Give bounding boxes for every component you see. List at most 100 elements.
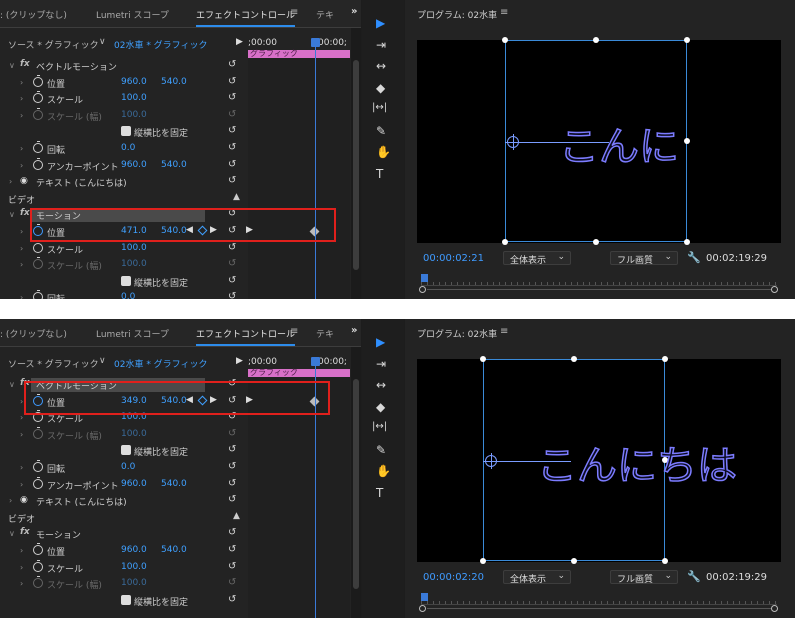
parameter-value-y[interactable]: 540.0 <box>161 479 187 489</box>
zoom-handle-left[interactable] <box>419 286 426 293</box>
play-only-button[interactable]: ▶ <box>236 37 243 47</box>
reset-parameter-icon[interactable]: ↺ <box>228 561 236 572</box>
reset-parameter-icon[interactable]: ↺ <box>228 275 236 286</box>
tab-clip[interactable]: : (クリップなし) <box>0 8 67 21</box>
collapse-section-icon[interactable]: ▲ <box>233 192 240 202</box>
tab-effect-controls[interactable]: エフェクトコントロール <box>196 8 296 27</box>
stopwatch-icon[interactable] <box>33 140 43 153</box>
stopwatch-icon[interactable] <box>33 476 43 489</box>
zoom-scroll-track[interactable] <box>427 289 771 290</box>
time-ruler[interactable] <box>421 276 777 286</box>
slip-tool-icon[interactable]: |↔| <box>372 421 387 432</box>
graphic-clip-bar[interactable]: グラフィック <box>248 368 350 377</box>
disclosure-triangle-icon[interactable]: › <box>20 244 23 253</box>
mini-timeline[interactable] <box>248 58 350 299</box>
disclosure-triangle-icon[interactable]: › <box>20 546 23 555</box>
playhead-timecode[interactable]: 00:00:02:21 <box>423 253 484 264</box>
parameter-value-y[interactable]: 540.0 <box>161 160 187 170</box>
transform-handle[interactable] <box>662 558 668 564</box>
reset-parameter-icon[interactable]: ↺ <box>228 175 236 186</box>
playback-resolution-select[interactable]: フル画質 ⌄ <box>610 570 678 585</box>
parameter-value-y[interactable]: 540.0 <box>161 77 187 87</box>
parameter-value-x[interactable]: 0.0 <box>121 292 135 299</box>
fx-icon[interactable]: fx <box>20 527 30 537</box>
pen-tool-icon[interactable]: ✎ <box>376 443 386 457</box>
zoom-handle-right[interactable] <box>771 605 778 612</box>
disclosure-triangle-icon[interactable]: › <box>20 430 23 439</box>
hand-tool-icon[interactable]: ✋ <box>376 145 391 159</box>
disclosure-triangle-icon[interactable]: › <box>20 78 23 87</box>
uniform-scale-checkbox[interactable] <box>121 275 131 286</box>
disclosure-triangle-icon[interactable]: ∨ <box>9 210 15 219</box>
playhead-handle[interactable] <box>311 38 320 47</box>
transform-handle[interactable] <box>593 37 599 43</box>
disclosure-triangle-icon[interactable]: › <box>20 161 23 170</box>
stopwatch-icon[interactable] <box>33 74 43 87</box>
transform-handle[interactable] <box>593 239 599 245</box>
tab-text[interactable]: テキ <box>316 8 334 21</box>
collapse-section-icon[interactable]: ▲ <box>233 511 240 521</box>
disclosure-triangle-icon[interactable]: › <box>9 177 12 186</box>
stopwatch-icon[interactable] <box>33 91 43 104</box>
panel-menu-icon[interactable]: ≡ <box>290 7 298 18</box>
stopwatch-icon[interactable] <box>33 459 43 472</box>
transform-handle[interactable] <box>502 239 508 245</box>
text-layer-name[interactable]: テキスト (こんにちは) <box>36 176 127 189</box>
disclosure-triangle-icon[interactable]: › <box>20 397 23 406</box>
reset-parameter-icon[interactable]: ↺ <box>228 461 236 472</box>
program-menu-icon[interactable]: ≡ <box>500 7 508 18</box>
reset-parameter-icon[interactable]: ↺ <box>228 142 236 153</box>
reset-parameter-icon[interactable]: ↺ <box>228 594 236 605</box>
vertical-scrollbar-thumb[interactable] <box>353 379 359 589</box>
parameter-value-x[interactable]: 960.0 <box>121 545 147 555</box>
transform-handle[interactable] <box>502 37 508 43</box>
hand-tool-icon[interactable]: ✋ <box>376 464 391 478</box>
reset-parameter-icon[interactable]: ↺ <box>228 527 236 538</box>
reset-parameter-icon[interactable]: ↺ <box>228 242 236 253</box>
disclosure-triangle-icon[interactable]: ∨ <box>9 380 15 389</box>
playhead-timecode[interactable]: 00:00:02:20 <box>423 572 484 583</box>
program-text-layer[interactable]: こんに <box>558 114 680 172</box>
selection-tool-icon[interactable]: ▶ <box>376 16 385 30</box>
tab-text[interactable]: テキ <box>316 327 334 340</box>
reset-parameter-icon[interactable]: ↺ <box>228 159 236 170</box>
disclosure-triangle-icon[interactable]: › <box>20 463 23 472</box>
program-playhead[interactable] <box>421 274 428 282</box>
stopwatch-icon[interactable] <box>33 542 43 555</box>
disclosure-triangle-icon[interactable]: › <box>20 563 23 572</box>
graphic-clip-bar[interactable]: グラフィック <box>248 49 350 58</box>
tab-lumetri-scopes[interactable]: Lumetri スコープ <box>96 327 169 340</box>
disclosure-triangle-icon[interactable]: › <box>20 480 23 489</box>
playhead-handle[interactable] <box>311 357 320 366</box>
stopwatch-icon[interactable] <box>33 240 43 253</box>
parameter-value-x[interactable]: 960.0 <box>121 479 147 489</box>
tab-clip[interactable]: : (クリップなし) <box>0 327 67 340</box>
transform-handle[interactable] <box>662 356 668 362</box>
disclosure-triangle-icon[interactable]: › <box>20 144 23 153</box>
reset-parameter-icon[interactable]: ↺ <box>228 544 236 555</box>
transform-handle[interactable] <box>480 356 486 362</box>
type-tool-icon[interactable]: T <box>376 486 383 500</box>
pen-tool-icon[interactable]: ✎ <box>376 124 386 138</box>
disclosure-triangle-icon[interactable]: ∨ <box>9 529 15 538</box>
transform-handle[interactable] <box>684 239 690 245</box>
disclosure-triangle-icon[interactable]: › <box>20 260 23 269</box>
zoom-level-select[interactable]: 全体表示 ⌄ <box>503 251 571 266</box>
source-dropdown-icon[interactable]: ∨ <box>99 37 106 47</box>
video-frame[interactable]: こんに <box>417 37 781 245</box>
tab-effect-controls[interactable]: エフェクトコントロール <box>196 327 296 346</box>
panel-menu-icon[interactable]: ≡ <box>290 326 298 337</box>
zoom-handle-left[interactable] <box>419 605 426 612</box>
stopwatch-icon[interactable] <box>33 576 43 589</box>
uniform-scale-checkbox[interactable] <box>121 445 131 456</box>
text-layer-name[interactable]: テキスト (こんにちは) <box>36 495 127 508</box>
disclosure-triangle-icon[interactable]: › <box>20 227 23 236</box>
disclosure-triangle-icon[interactable]: › <box>9 496 12 505</box>
parameter-value-x[interactable]: 100.0 <box>121 243 147 253</box>
eye-icon[interactable]: ◉ <box>20 176 28 186</box>
track-select-tool-icon[interactable]: ⇥ <box>376 38 386 52</box>
transform-handle[interactable] <box>684 37 690 43</box>
parameter-value-x[interactable]: 960.0 <box>121 160 147 170</box>
type-tool-icon[interactable]: T <box>376 167 383 181</box>
stopwatch-icon[interactable] <box>33 107 43 120</box>
